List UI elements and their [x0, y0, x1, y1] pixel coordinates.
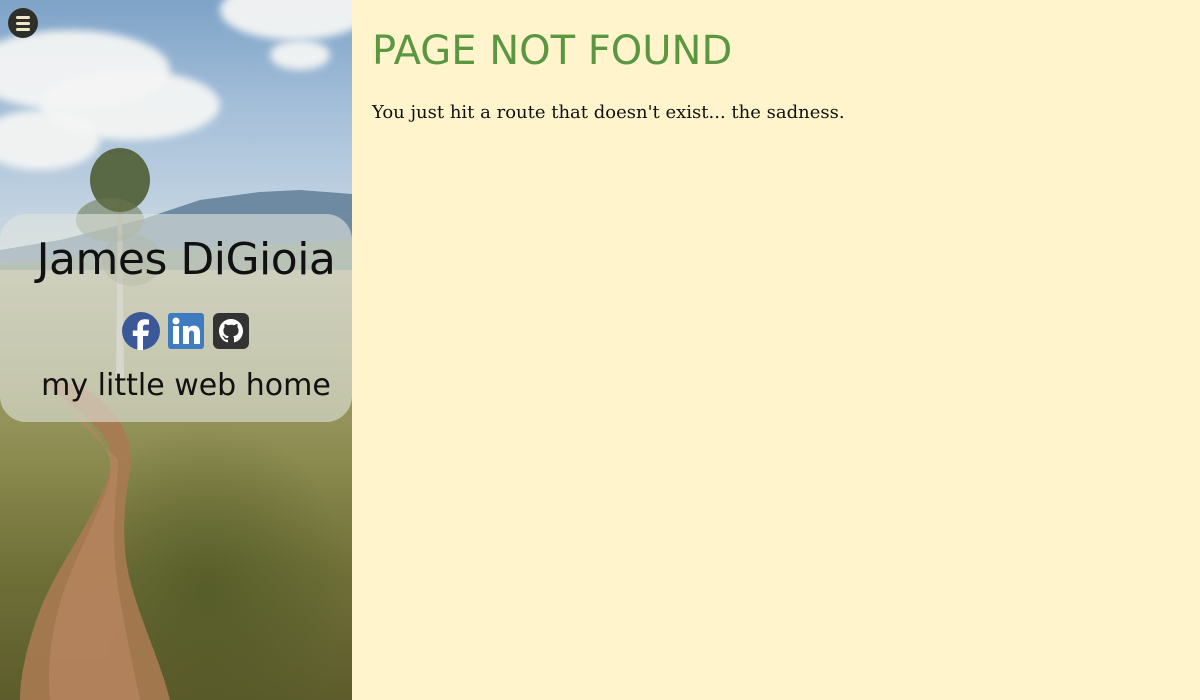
linkedin-icon [168, 313, 204, 349]
site-tagline: my little web home [41, 368, 331, 403]
menu-button[interactable] [8, 8, 38, 38]
github-icon [213, 313, 249, 349]
github-link[interactable] [212, 312, 250, 350]
profile-card: James DiGioia my little web home [0, 214, 352, 422]
facebook-icon [122, 312, 160, 350]
page-title: PAGE NOT FOUND [372, 28, 733, 74]
social-links [122, 312, 250, 350]
hamburger-icon [16, 15, 30, 19]
linkedin-link[interactable] [167, 312, 205, 350]
site-owner-name[interactable]: James DiGioia [0, 234, 372, 285]
error-message: You just hit a route that doesn't exist.… [372, 102, 845, 123]
main-content: PAGE NOT FOUND You just hit a route that… [352, 0, 1200, 700]
facebook-link[interactable] [122, 312, 160, 350]
